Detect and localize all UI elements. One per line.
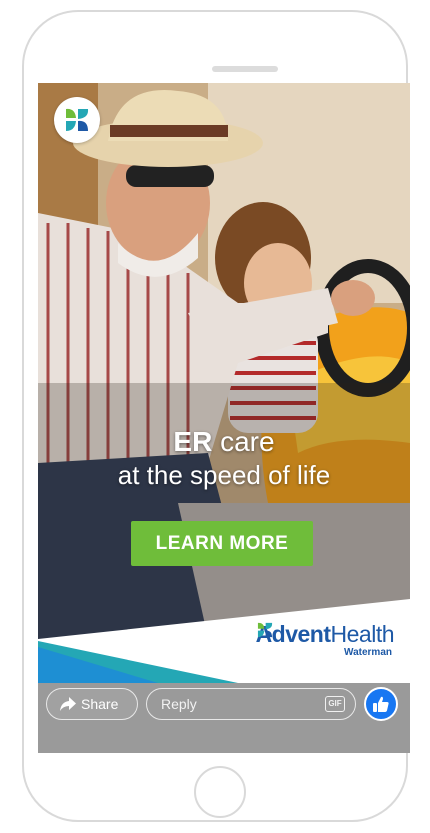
thumbs-up-icon [373, 696, 389, 712]
gif-icon[interactable]: GIF [325, 696, 345, 712]
brand-name: AdventHealth [256, 621, 395, 647]
adventhealth-logo-badge [54, 97, 100, 143]
headline-line-1: ER care [38, 425, 410, 459]
home-button[interactable] [194, 766, 246, 818]
brand-subtitle: Waterman [344, 647, 392, 658]
share-button[interactable]: Share [46, 688, 138, 720]
adventhealth-brand: AdventHealth Waterman [256, 621, 395, 659]
headline-line-2: at the speed of life [117, 460, 331, 490]
brand-name-light: Health [330, 621, 395, 647]
reply-placeholder: Reply [161, 696, 197, 712]
phone-speaker [212, 66, 278, 72]
story-action-bar: Share Reply GIF [38, 683, 410, 725]
ad-photo[interactable]: ER care at the speed of life LEARN MORE … [38, 83, 410, 683]
ad-headline: ER care at the speed of life [38, 425, 410, 491]
adventhealth-logo-icon [66, 108, 89, 131]
headline-bold: ER [173, 426, 213, 457]
reply-input[interactable]: Reply GIF [146, 688, 356, 720]
share-arrow-icon [60, 697, 76, 711]
headline-rest: care [212, 426, 275, 457]
learn-more-button[interactable]: LEARN MORE [131, 521, 313, 566]
share-label: Share [81, 696, 119, 712]
like-button[interactable] [364, 687, 398, 721]
story-screen: ER care at the speed of life LEARN MORE … [38, 83, 410, 753]
brand-mark-icon [257, 622, 272, 638]
